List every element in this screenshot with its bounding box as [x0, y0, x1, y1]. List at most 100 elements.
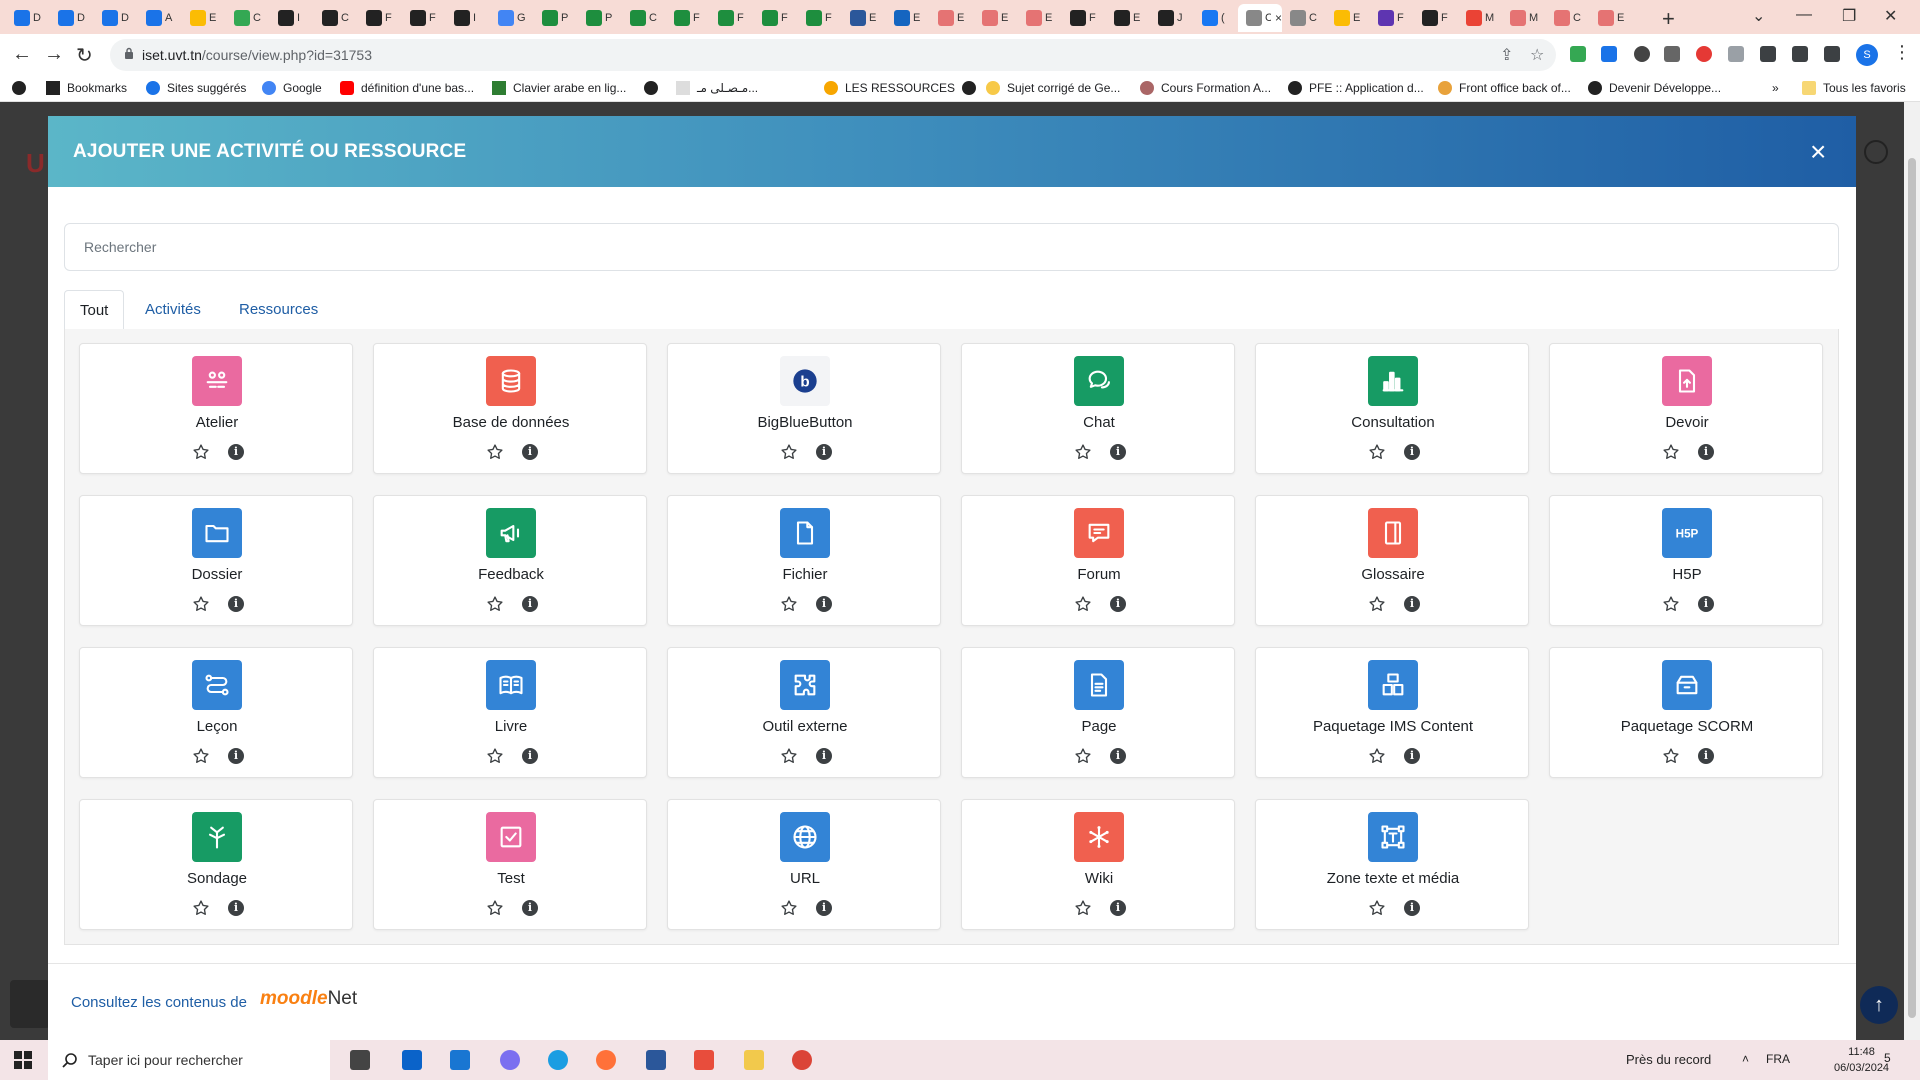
star-icon[interactable]: [1662, 443, 1680, 461]
star-icon[interactable]: [1368, 443, 1386, 461]
bookmark-item[interactable]: définition d'une bas...: [340, 81, 474, 95]
browser-tab[interactable]: E: [1326, 4, 1370, 32]
info-icon[interactable]: i: [1698, 596, 1714, 612]
star-icon[interactable]: [486, 747, 504, 765]
info-icon[interactable]: i: [522, 748, 538, 764]
activity-card[interactable]: Sondage i: [79, 799, 353, 930]
star-icon[interactable]: [192, 595, 210, 613]
taskbar-search[interactable]: Taper ici pour rechercher: [48, 1040, 330, 1080]
activity-card[interactable]: Devoir i: [1549, 343, 1823, 474]
activity-card[interactable]: Base de données i: [373, 343, 647, 474]
back-icon[interactable]: ←: [12, 43, 32, 66]
browser-tab[interactable]: C: [622, 4, 666, 32]
activity-card[interactable]: Outil externe i: [667, 647, 941, 778]
info-icon[interactable]: i: [228, 748, 244, 764]
activity-card[interactable]: Consultation i: [1255, 343, 1529, 474]
bookmark-item[interactable]: Bookmarks: [46, 81, 127, 95]
activity-card[interactable]: Forum i: [961, 495, 1235, 626]
bookmarks-overflow-button[interactable]: »: [1772, 81, 1779, 95]
activity-card[interactable]: Atelier i: [79, 343, 353, 474]
info-icon[interactable]: i: [522, 900, 538, 916]
star-icon[interactable]: [780, 443, 798, 461]
activity-card[interactable]: Paquetage IMS Content i: [1255, 647, 1529, 778]
edge-icon[interactable]: [548, 1050, 568, 1070]
extension-icon[interactable]: [1664, 46, 1680, 62]
info-icon[interactable]: i: [1110, 444, 1126, 460]
info-icon[interactable]: i: [228, 900, 244, 916]
browser-tab[interactable]: J: [1150, 4, 1194, 32]
browser-tab[interactable]: E: [842, 4, 886, 32]
star-icon[interactable]: [1074, 443, 1092, 461]
downloads-icon[interactable]: [1792, 46, 1808, 62]
info-icon[interactable]: i: [1110, 596, 1126, 612]
activity-card[interactable]: b BigBlueButton i: [667, 343, 941, 474]
info-icon[interactable]: i: [1110, 900, 1126, 916]
scrollbar-thumb[interactable]: [1908, 158, 1916, 1018]
windows-start-icon[interactable]: [14, 1051, 32, 1069]
browser-tab[interactable]: F: [666, 4, 710, 32]
browser-tab[interactable]: E: [1018, 4, 1062, 32]
activity-card[interactable]: URL i: [667, 799, 941, 930]
word-icon[interactable]: [646, 1050, 666, 1070]
activity-card[interactable]: Fichier i: [667, 495, 941, 626]
activity-card[interactable]: Livre i: [373, 647, 647, 778]
activity-card[interactable]: H5P H5P i: [1549, 495, 1823, 626]
info-icon[interactable]: i: [1404, 444, 1420, 460]
forward-icon[interactable]: →: [44, 43, 64, 66]
browser-menu-icon[interactable]: ⋮: [1893, 42, 1911, 63]
browser-tab[interactable]: C: [314, 4, 358, 32]
activity-card[interactable]: Zone texte et média i: [1255, 799, 1529, 930]
browser-tab[interactable]: F: [1062, 4, 1106, 32]
app-icon[interactable]: [694, 1050, 714, 1070]
notifications-badge[interactable]: 5: [1884, 1051, 1891, 1065]
browser-tab[interactable]: E: [886, 4, 930, 32]
side-panel-icon[interactable]: [1824, 46, 1840, 62]
star-icon[interactable]: [1662, 595, 1680, 613]
star-icon[interactable]: [192, 899, 210, 917]
store-icon[interactable]: [402, 1050, 422, 1070]
info-icon[interactable]: i: [816, 900, 832, 916]
activity-card[interactable]: Glossaire i: [1255, 495, 1529, 626]
info-icon[interactable]: i: [816, 444, 832, 460]
extension-icon[interactable]: [1634, 46, 1650, 62]
browser-tab[interactable]: D: [50, 4, 94, 32]
extensions-puzzle-icon[interactable]: [1760, 46, 1776, 62]
info-icon[interactable]: i: [1404, 748, 1420, 764]
browser-tab[interactable]: I: [270, 4, 314, 32]
profile-avatar[interactable]: S: [1856, 44, 1878, 66]
browser-tab[interactable]: F: [402, 4, 446, 32]
browser-tab[interactable]: E: [1590, 4, 1634, 32]
page-scrollbar[interactable]: [1904, 102, 1920, 1040]
star-icon[interactable]: [486, 595, 504, 613]
info-icon[interactable]: i: [1404, 900, 1420, 916]
restore-icon[interactable]: ❐: [1842, 6, 1856, 26]
bookmark-item[interactable]: Clavier arabe en lig...: [492, 81, 626, 95]
window-close-icon[interactable]: ✕: [1884, 6, 1897, 26]
browser-tab[interactable]: E: [930, 4, 974, 32]
browser-tab[interactable]: F: [1414, 4, 1458, 32]
bookmark-item[interactable]: Sites suggérés: [146, 81, 246, 95]
tab-all[interactable]: Tout: [64, 290, 125, 331]
browser-tab[interactable]: A: [138, 4, 182, 32]
activity-card[interactable]: Page i: [961, 647, 1235, 778]
activity-card[interactable]: Paquetage SCORM i: [1549, 647, 1823, 778]
browser-tab[interactable]: E: [1106, 4, 1150, 32]
app-icon[interactable]: [500, 1050, 520, 1070]
star-icon[interactable]: [1368, 747, 1386, 765]
star-icon[interactable]: [1368, 595, 1386, 613]
extension-icon[interactable]: [1728, 46, 1744, 62]
clock[interactable]: 11:48 06/03/2024: [1834, 1044, 1889, 1076]
star-icon[interactable]: [780, 595, 798, 613]
info-icon[interactable]: i: [1404, 596, 1420, 612]
star-icon[interactable]: [780, 899, 798, 917]
browser-tab[interactable]: E: [974, 4, 1018, 32]
info-icon[interactable]: i: [522, 444, 538, 460]
activity-card[interactable]: Feedback i: [373, 495, 647, 626]
browser-tab[interactable]: C: [226, 4, 270, 32]
star-icon[interactable]: [1368, 899, 1386, 917]
language-indicator[interactable]: FRA: [1766, 1052, 1790, 1066]
info-icon[interactable]: i: [816, 748, 832, 764]
info-icon[interactable]: i: [228, 596, 244, 612]
info-icon[interactable]: i: [228, 444, 244, 460]
browser-tab[interactable]: G: [490, 4, 534, 32]
